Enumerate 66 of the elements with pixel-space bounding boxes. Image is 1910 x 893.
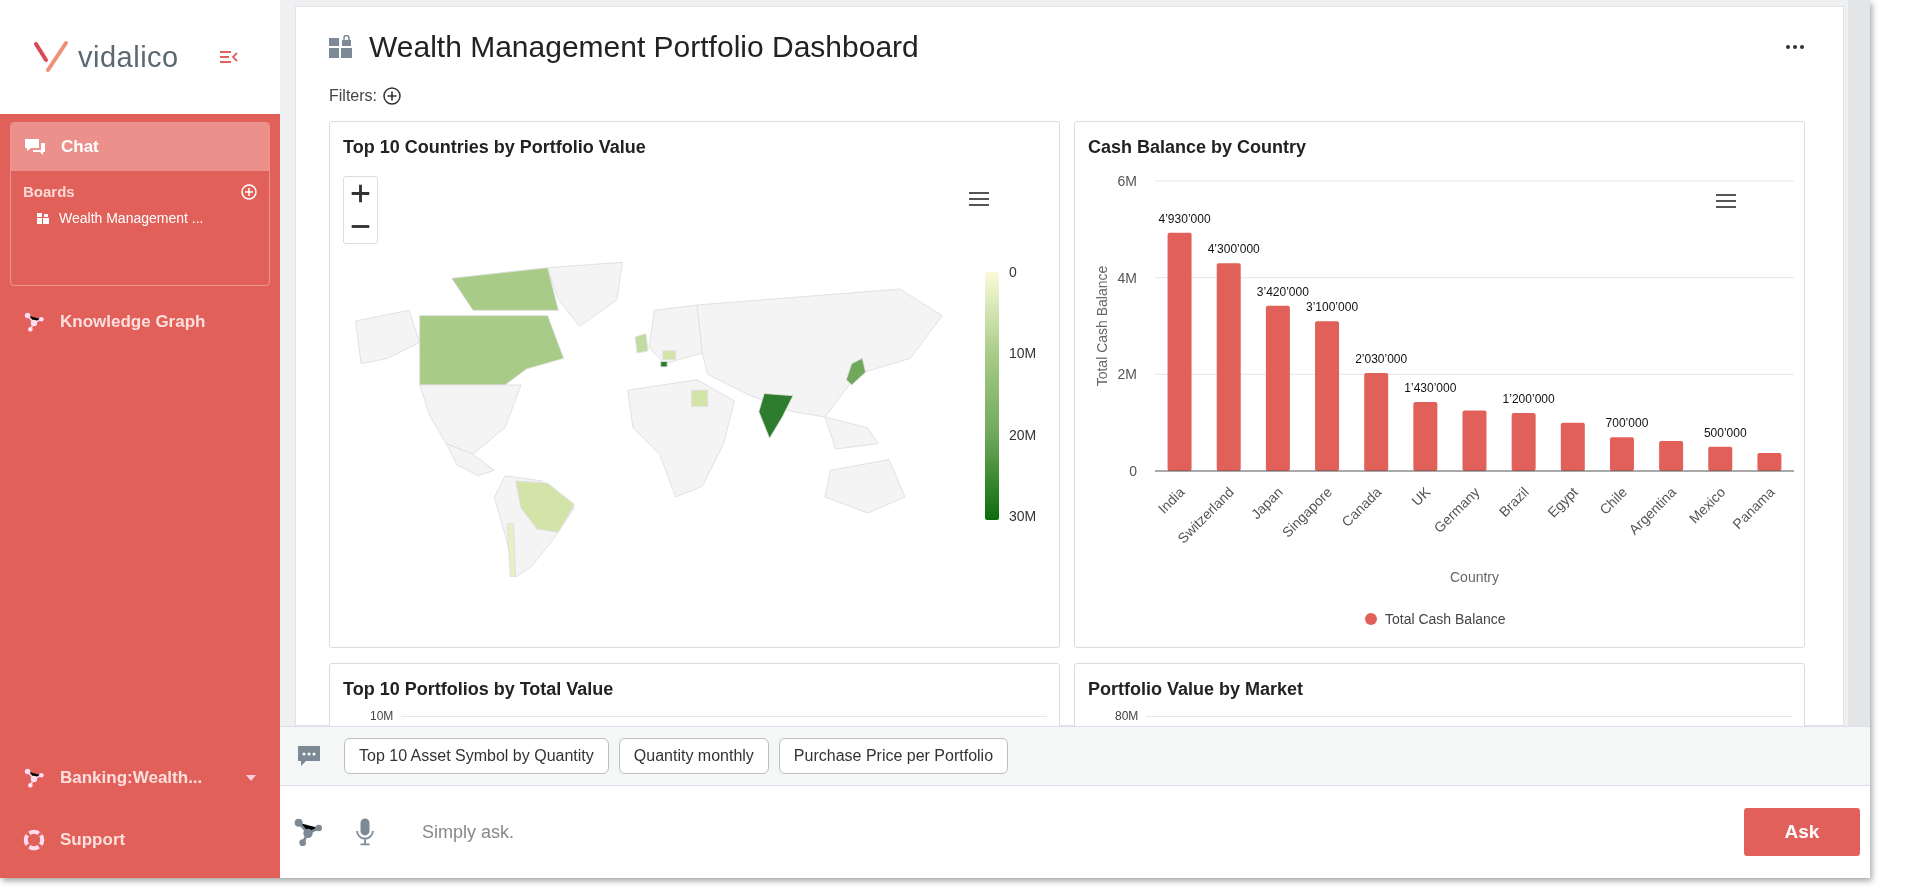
bar-value-label: 4’300’000 (1207, 242, 1260, 257)
scale-tick-label: 30M (1009, 508, 1037, 524)
scale-tick-label: 10M (1009, 345, 1037, 362)
scale-tick-label: 20M (1009, 426, 1037, 443)
chart-title: Cash Balance by Country (1087, 136, 1308, 159)
y-axis-tick: 10M (370, 709, 394, 723)
bar-value-label: 700’000 (1605, 416, 1649, 431)
bar (1413, 401, 1438, 471)
support-nav-item[interactable]: Support (10, 814, 270, 866)
bar (1609, 437, 1634, 471)
knowledge-graph-nav-item[interactable]: Knowledge Graph (10, 296, 270, 348)
suggestion-chip[interactable]: Quantity monthly (618, 738, 769, 774)
logo-wordmark: vidalico (78, 40, 179, 74)
ask-input-field[interactable]: Simply ask. (420, 811, 1744, 853)
y-axis-tick: 2M (1117, 366, 1137, 383)
bar (1757, 453, 1782, 471)
graph-nodes-icon[interactable] (292, 816, 324, 848)
workspace-selector[interactable]: Banking:Wealth... (10, 752, 270, 804)
dashboard-title: Wealth Management Portfolio Dashboard (369, 30, 920, 64)
caret-icon (246, 775, 257, 781)
bar (1708, 446, 1733, 471)
y-axis-tick: 0 (1129, 463, 1137, 479)
boards-heading: Boards (23, 183, 75, 200)
bar-value-label: 3’420’000 (1256, 284, 1309, 299)
microphone-icon[interactable] (356, 817, 374, 847)
add-filter-icon[interactable] (383, 87, 401, 105)
bar-value-label: 4’930’000 (1158, 211, 1211, 226)
bar-value-label: 1’430’000 (1404, 380, 1457, 395)
suggestion-chip[interactable]: Top 10 Asset Symbol by Quantity (344, 738, 609, 774)
x-axis-label: UK (1408, 483, 1434, 509)
suggestion-chip[interactable]: Purchase Price per Portfolio (778, 738, 1009, 774)
chart-title: Top 10 Portfolios by Total Value (342, 678, 615, 701)
bar (1659, 441, 1684, 471)
bar-value-label: 1’200’000 (1502, 392, 1555, 406)
graph-nodes-icon (22, 767, 46, 789)
y-axis-tick: 4M (1117, 269, 1137, 286)
scale-tick-label: 0 (1009, 264, 1018, 280)
y-axis-tick: 6M (1117, 173, 1137, 189)
dashboard-icon (37, 212, 49, 224)
legend-label: Total Cash Balance (1385, 611, 1506, 627)
board-item[interactable]: Wealth Management ... (11, 200, 269, 226)
add-board-icon[interactable] (241, 183, 257, 200)
filters-label: Filters: (329, 87, 377, 105)
graph-nodes-icon (22, 311, 46, 333)
more-options-icon[interactable] (1785, 44, 1805, 50)
bar-value-label: 2’030’000 (1355, 351, 1408, 366)
chart-menu-icon[interactable] (969, 192, 989, 206)
chart-title: Portfolio Value by Market (1087, 678, 1305, 701)
chat-bubble-icon (296, 744, 322, 768)
y-axis-title: Total Cash Balance (1094, 265, 1110, 387)
collapse-menu-icon[interactable] (218, 50, 239, 64)
dashboard-icon (329, 35, 353, 59)
bar-value-label: 3’100’000 (1306, 300, 1359, 315)
bar (1511, 413, 1536, 471)
ask-button[interactable]: Ask (1744, 808, 1860, 856)
x-axis-title: Country (1450, 569, 1499, 585)
chat-nav-item[interactable]: Chat (11, 123, 269, 171)
y-axis-tick: 80M (1115, 709, 1139, 723)
bar (1462, 410, 1487, 471)
chart-title: Top 10 Countries by Portfolio Value (342, 136, 647, 159)
lifebuoy-icon (22, 829, 46, 851)
chart-menu-icon[interactable] (1716, 194, 1736, 208)
legend-dot (1365, 613, 1377, 625)
bar (1560, 422, 1585, 471)
bar-value-label: 500’000 (1703, 425, 1747, 440)
scrollbar[interactable] (1848, 0, 1870, 726)
